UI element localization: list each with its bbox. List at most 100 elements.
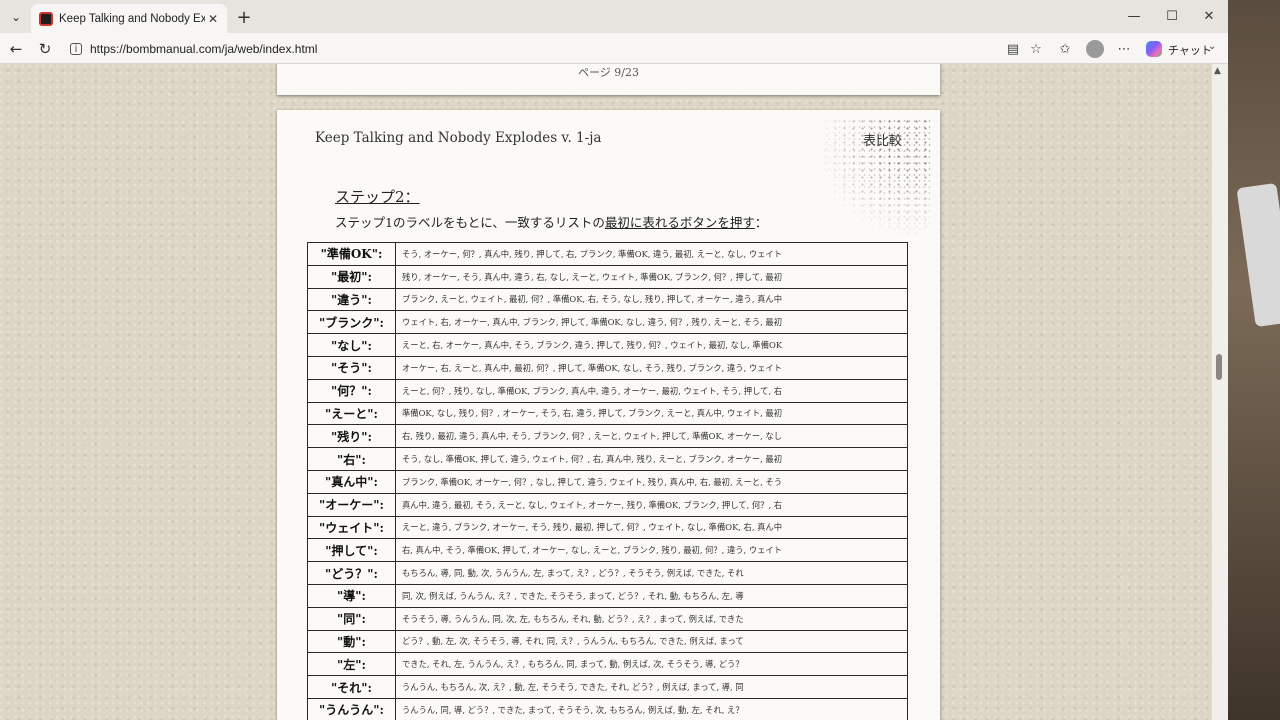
row-label-word: "押して": bbox=[307, 538, 396, 563]
chat-chevron-icon[interactable]: ⌄ bbox=[1208, 41, 1216, 52]
table-row: "ウェイト": えーと, 違う, ブランク, オーケー, そう, 残り, 最初, … bbox=[307, 515, 908, 540]
step-instruction: ステップ1のラベルをもとに、一致するリストの最初に表れるボタンを押す： bbox=[335, 212, 767, 231]
favorite-star-icon[interactable]: ☆ bbox=[1025, 38, 1047, 60]
table-row: "同": そうそう, 導, うんうん, 同, 次, 左, もちろん, それ, 動,… bbox=[307, 606, 908, 631]
row-word-list: 残り, オーケー, そう, 真ん中, 違う, 右, なし, えーと, ウェイト,… bbox=[395, 264, 908, 289]
row-word-list: もちろん, 導, 同, 動, 次, うんうん, 左, まって, え？, どう？,… bbox=[395, 561, 908, 585]
row-word-list: できた, それ, 左, うんうん, え？, もちろん, 同, まって, 動, 例… bbox=[395, 652, 908, 677]
reload-icon[interactable]: ↻ bbox=[34, 38, 56, 60]
instruction-emphasis: 最初に表れるボタンを押す bbox=[604, 215, 755, 230]
url-text[interactable]: https://bombmanual.com/ja/web/index.html bbox=[90, 42, 317, 56]
row-label-word: "そう": bbox=[307, 355, 396, 380]
tab-title: Keep Talking and Nobody Explodes bbox=[59, 12, 205, 25]
table-row: "動": どう？, 動, 左, 次, そうそう, 導, それ, 同, え？, うん… bbox=[307, 629, 908, 654]
row-word-list: 真ん中, 違う, 最初, そう, えーと, なし, ウェイト, オーケー, 残り… bbox=[395, 492, 908, 517]
row-word-list: どう？, 動, 左, 次, そうそう, 導, それ, 同, え？, うんうん, … bbox=[395, 629, 908, 654]
row-word-list: 同, 次, 例えば, うんうん, え？, できた, そうそう, まって, どう？… bbox=[395, 583, 908, 608]
row-label-word: "同": bbox=[307, 606, 396, 631]
row-label-word: "ウェイト": bbox=[307, 515, 396, 540]
manual-page: Keep Talking and Nobody Explodes v. 1-ja… bbox=[277, 110, 940, 720]
vertical-scrollbar[interactable] bbox=[1212, 64, 1228, 720]
instruction-text: ステップ1のラベルをもとに、一致するリストの bbox=[335, 215, 605, 230]
row-label-word: "動": bbox=[307, 629, 396, 654]
row-word-list: うんうん, もちろん, 次, え？, 動, 左, そうそう, できた, それ, … bbox=[395, 675, 908, 699]
window-close-icon[interactable]: ✕ bbox=[1191, 4, 1227, 28]
back-arrow-icon[interactable]: ← bbox=[5, 38, 27, 60]
row-label-word: "残り": bbox=[307, 424, 396, 449]
row-label-word: "準備OK": bbox=[307, 242, 396, 266]
minimize-icon[interactable]: — bbox=[1116, 4, 1152, 28]
navigation-bar: ← ↻ i https://bombmanual.com/ja/web/inde… bbox=[0, 33, 1280, 64]
row-word-list: 準備OK, なし, 残り, 何？, オーケー, そう, 右, 違う, 押して, … bbox=[395, 401, 908, 426]
table-row: "違う": ブランク, えーと, ウェイト, 最初, 何？, 準備OK, 右, そ… bbox=[307, 287, 908, 312]
previous-manual-page: ページ 9/23 bbox=[277, 64, 940, 95]
row-word-list: 右, 残り, 最初, 違う, 真ん中, そう, ブランク, 何？, えーと, ウ… bbox=[395, 424, 908, 449]
row-word-list: そうそう, 導, うんうん, 同, 次, 左, もちろん, それ, 動, どう？… bbox=[395, 606, 908, 631]
row-label-word: "導": bbox=[307, 583, 396, 608]
site-favicon-icon bbox=[39, 11, 53, 26]
row-word-list: えーと, 右, オーケー, 真ん中, そう, ブランク, 違う, 押して, 残り… bbox=[395, 333, 908, 357]
background-device bbox=[1236, 182, 1280, 328]
table-row: "左": できた, それ, 左, うんうん, え？, もちろん, 同, まって, … bbox=[307, 652, 908, 677]
page-viewport: ページ 9/23 Keep Talking and Nobody Explode… bbox=[0, 64, 1228, 720]
tab-close-icon[interactable]: ✕ bbox=[205, 11, 221, 27]
table-row: "右": そう, なし, 準備OK, 押して, 違う, ウェイト, 何？, 右, … bbox=[307, 447, 908, 471]
background-game-window bbox=[1228, 0, 1280, 720]
row-word-list: うんうん, 同, 導, どう？, できた, まって, そうそう, 次, もちろん… bbox=[395, 697, 908, 720]
row-label-word: "最初": bbox=[307, 264, 396, 289]
row-label-word: "違う": bbox=[307, 287, 396, 312]
page-number: ページ 9/23 bbox=[578, 66, 639, 79]
table-row: "最初": 残り, オーケー, そう, 真ん中, 違う, 右, なし, えーと, … bbox=[307, 264, 908, 289]
word-list-table: "準備OK": そう, オーケー, 何？, 真ん中, 残り, 押して, 右, ブラ… bbox=[307, 242, 908, 720]
table-row: "なし": えーと, 右, オーケー, 真ん中, そう, ブランク, 違う, 押し… bbox=[307, 333, 908, 357]
profile-avatar[interactable] bbox=[1086, 40, 1104, 58]
row-label-word: "それ": bbox=[307, 675, 396, 699]
row-word-list: オーケー, 右, えーと, 真ん中, 最初, 何？, 押して, 準備OK, なし… bbox=[395, 355, 908, 380]
tab-active[interactable]: Keep Talking and Nobody Explodes ✕ bbox=[31, 4, 227, 33]
chat-button-label[interactable]: チャット bbox=[1168, 42, 1212, 58]
table-row: "えーと": 準備OK, なし, 残り, 何？, オーケー, そう, 右, 違う,… bbox=[307, 401, 908, 426]
table-row: "うんうん": うんうん, 同, 導, どう？, できた, まって, そうそう, … bbox=[307, 697, 908, 720]
instruction-suffix: ： bbox=[754, 215, 768, 230]
row-label-word: "えーと": bbox=[307, 401, 396, 426]
copilot-icon[interactable] bbox=[1146, 41, 1162, 57]
address-bar[interactable]: i https://bombmanual.com/ja/web/index.ht… bbox=[62, 37, 1000, 61]
reader-view-icon[interactable]: ▤ bbox=[1002, 38, 1024, 60]
scroll-up-arrow-icon[interactable]: ▲ bbox=[1214, 66, 1221, 76]
row-label-word: "うんうん": bbox=[307, 697, 396, 720]
row-word-list: ブランク, えーと, ウェイト, 最初, 何？, 準備OK, 右, そう, なし… bbox=[395, 287, 908, 312]
row-word-list: そう, オーケー, 何？, 真ん中, 残り, 押して, 右, ブランク, 準備O… bbox=[395, 242, 908, 266]
table-row: "真ん中": ブランク, 準備OK, オーケー, 何？, なし, 押して, 違う,… bbox=[307, 469, 908, 494]
tab-list-chevron-icon[interactable]: ⌄ bbox=[4, 6, 28, 28]
table-row: "何？": えーと, 何？, 残り, なし, 準備OK, ブランク, 真ん中, 違… bbox=[307, 378, 908, 403]
row-label-word: "なし": bbox=[307, 333, 396, 357]
row-word-list: えーと, 何？, 残り, なし, 準備OK, ブランク, 真ん中, 違う, オー… bbox=[395, 378, 908, 403]
row-word-list: ウェイト, 右, オーケー, 真ん中, ブランク, 押して, 準備OK, なし,… bbox=[395, 310, 908, 335]
favorites-list-icon[interactable]: ✩ bbox=[1054, 38, 1076, 60]
row-label-word: "左": bbox=[307, 652, 396, 677]
table-row: "どう？": もちろん, 導, 同, 動, 次, うんうん, 左, まって, え？… bbox=[307, 561, 908, 585]
step-heading: ステップ2： bbox=[335, 188, 420, 206]
scrollbar-thumb[interactable] bbox=[1216, 354, 1222, 380]
maximize-icon[interactable]: ☐ bbox=[1154, 4, 1190, 28]
row-word-list: えーと, 違う, ブランク, オーケー, そう, 残り, 最初, 押して, 何？… bbox=[395, 515, 908, 540]
row-label-word: "どう？": bbox=[307, 561, 396, 585]
document-title: Keep Talking and Nobody Explodes v. 1-ja bbox=[315, 130, 602, 146]
row-word-list: そう, なし, 準備OK, 押して, 違う, ウェイト, 何？, 右, 真ん中,… bbox=[395, 447, 908, 471]
table-row: "押して": 右, 真ん中, そう, 準備OK, 押して, オーケー, なし, え… bbox=[307, 538, 908, 563]
row-label-word: "何？": bbox=[307, 378, 396, 403]
table-row: "オーケー": 真ん中, 違う, 最初, そう, えーと, なし, ウェイト, オ… bbox=[307, 492, 908, 517]
table-row: "それ": うんうん, もちろん, 次, え？, 動, 左, そうそう, できた,… bbox=[307, 675, 908, 699]
row-label-word: "真ん中": bbox=[307, 469, 396, 494]
more-menu-icon[interactable]: ⋯ bbox=[1113, 38, 1135, 60]
row-label-word: "右": bbox=[307, 447, 396, 471]
tab-strip: ⌄ Keep Talking and Nobody Explodes ✕ + —… bbox=[0, 0, 1280, 33]
site-info-icon[interactable]: i bbox=[70, 43, 82, 55]
table-row: "準備OK": そう, オーケー, 何？, 真ん中, 残り, 押して, 右, ブラ… bbox=[307, 242, 908, 266]
row-word-list: 右, 真ん中, そう, 準備OK, 押して, オーケー, なし, えーと, ブラ… bbox=[395, 538, 908, 563]
row-label-word: "ブランク": bbox=[307, 310, 396, 335]
table-row: "ブランク": ウェイト, 右, オーケー, 真ん中, ブランク, 押して, 準備… bbox=[307, 310, 908, 335]
table-row: "残り": 右, 残り, 最初, 違う, 真ん中, そう, ブランク, 何？, え… bbox=[307, 424, 908, 449]
table-row: "導": 同, 次, 例えば, うんうん, え？, できた, そうそう, まって,… bbox=[307, 583, 908, 608]
new-tab-plus-icon[interactable]: + bbox=[233, 6, 255, 28]
